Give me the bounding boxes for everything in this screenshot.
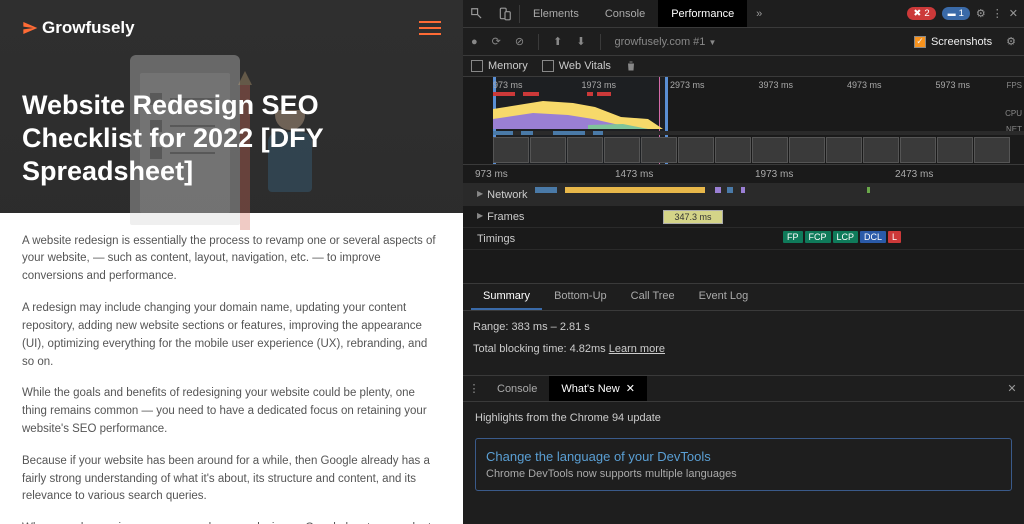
capture-settings-icon[interactable]: ⚙ [1006,35,1016,48]
thumb[interactable] [604,137,640,163]
thumb[interactable] [752,137,788,163]
paragraph: Because if your website has been around … [22,453,441,506]
paragraph: While the goals and benefits of redesign… [22,385,441,438]
tab-eventlog[interactable]: Event Log [687,284,761,310]
summary-tabstrip: Summary Bottom-Up Call Tree Event Log [463,283,1024,311]
thumb[interactable] [567,137,603,163]
learn-more-link[interactable]: Learn more [609,343,665,355]
timeline-ruler: 973 ms1473 ms1973 ms2473 ms [463,165,1024,183]
paragraph: When you do a major revamp — such as a r… [22,520,441,524]
thumb[interactable] [826,137,862,163]
screenshot-thumbs [493,137,1024,163]
hamburger-menu-icon[interactable] [419,21,441,35]
devtools-pane: Elements Console Performance » ✖2 ▬1 ⚙ ⋮… [463,0,1024,524]
thumb[interactable] [789,137,825,163]
clear-button[interactable]: ⊘ [515,35,524,48]
frames-row[interactable]: ▶Frames 347.3 ms [463,205,1024,227]
recording-url[interactable]: growfusely.com #1 ▼ [615,36,900,48]
thumb[interactable] [863,137,899,163]
whatsnew-card[interactable]: Change the language of your DevTools Chr… [475,438,1012,491]
drawer-panel: ⋮ Console What's New ✕ ✕ Highlights from… [463,376,1024,524]
thumb[interactable] [937,137,973,163]
details-panel: Summary Bottom-Up Call Tree Event Log Ra… [463,283,1024,376]
thumb[interactable] [715,137,751,163]
card-title: Change the language of your DevTools [486,449,1001,464]
expand-icon[interactable]: ▶ [477,189,483,201]
site-logo[interactable]: Growfusely [22,18,135,38]
thumb[interactable] [900,137,936,163]
overview-panel[interactable]: 973 ms1973 ms2973 ms3973 ms4973 ms5973 m… [463,77,1024,165]
settings-icon[interactable]: ⚙ [976,7,986,20]
device-toggle-icon[interactable] [491,7,519,21]
timing-l[interactable]: L [888,231,901,243]
thumb[interactable] [678,137,714,163]
thumb[interactable] [974,137,1010,163]
upload-icon[interactable]: ⬆ [553,35,562,48]
timing-fp[interactable]: FP [783,231,803,243]
drawer-close-icon[interactable]: ✕ [1000,382,1024,395]
tab-bottomup[interactable]: Bottom-Up [542,284,619,310]
tab-calltree[interactable]: Call Tree [619,284,687,310]
cpu-strip [493,99,1024,129]
card-subtitle: Chrome DevTools now supports multiple la… [486,468,1001,480]
inspect-icon[interactable] [463,7,491,21]
tab-performance[interactable]: Performance [658,0,747,27]
webvitals-checkbox[interactable]: Web Vitals [542,60,611,72]
drawer-tab-console[interactable]: Console [485,376,549,401]
drawer-tabstrip: ⋮ Console What's New ✕ ✕ [463,376,1024,402]
overview-ruler: 973 ms1973 ms2973 ms3973 ms4973 ms5973 m… [493,80,1024,90]
timing-lcp[interactable]: LCP [833,231,859,243]
devtools-tabstrip: Elements Console Performance » ✖2 ▬1 ⚙ ⋮… [463,0,1024,28]
thumb[interactable] [641,137,677,163]
net-strip [493,131,1024,135]
download-icon[interactable]: ⬇ [576,35,585,48]
range-text: Range: 383 ms – 2.81 s [473,321,1014,333]
timing-dcl[interactable]: DCL [860,231,886,243]
fps-strip [493,92,1024,96]
blocking-time-text: Total blocking time: 4.82ms Learn more [473,343,1014,355]
thumb[interactable] [530,137,566,163]
webpage-pane: Growfusely Website Redesign SEO Checklis… [0,0,463,524]
expand-icon[interactable]: ▶ [477,211,483,223]
timeline-panel: 973 ms1473 ms1973 ms2473 ms ▶Network ▶Fr… [463,165,1024,283]
screenshots-checkbox[interactable]: ✓Screenshots [914,36,992,48]
paragraph: A redesign may include changing your dom… [22,300,441,371]
more-tabs-icon[interactable]: » [747,8,771,20]
thumb[interactable] [493,137,529,163]
article-body: A website redesign is essentially the pr… [0,213,463,524]
whatsnew-heading: Highlights from the Chrome 94 update [475,412,1012,424]
tab-elements[interactable]: Elements [520,0,592,27]
drawer-menu-icon[interactable]: ⋮ [463,382,485,395]
warning-badge[interactable]: ▬1 [942,7,970,20]
network-row[interactable]: ▶Network [463,183,1024,205]
kebab-menu-icon[interactable]: ⋮ [992,7,1003,20]
error-badge[interactable]: ✖2 [907,7,935,20]
frame-block[interactable]: 347.3 ms [663,210,723,224]
page-title: Website Redesign SEO Checklist for 2022 … [22,89,441,188]
performance-toolbar: ● ⟳ ⊘ ⬆ ⬇ growfusely.com #1 ▼ ✓Screensho… [463,28,1024,56]
trash-icon[interactable] [625,60,637,72]
hero-section: Growfusely Website Redesign SEO Checklis… [0,0,463,213]
tab-summary[interactable]: Summary [471,284,542,310]
timings-row[interactable]: Timings FP FCP LCP DCL L [463,227,1024,249]
drawer-tab-whatsnew[interactable]: What's New ✕ [549,376,647,401]
close-tab-icon[interactable]: ✕ [626,382,635,395]
close-icon[interactable]: ✕ [1009,7,1018,20]
tab-console[interactable]: Console [592,0,658,27]
performance-options: Memory Web Vitals [463,56,1024,77]
reload-button[interactable]: ⟳ [492,35,501,48]
paper-plane-icon [22,20,38,36]
paragraph: A website redesign is essentially the pr… [22,233,441,286]
memory-checkbox[interactable]: Memory [471,60,528,72]
timing-fcp[interactable]: FCP [805,231,831,243]
record-button[interactable]: ● [471,36,478,48]
